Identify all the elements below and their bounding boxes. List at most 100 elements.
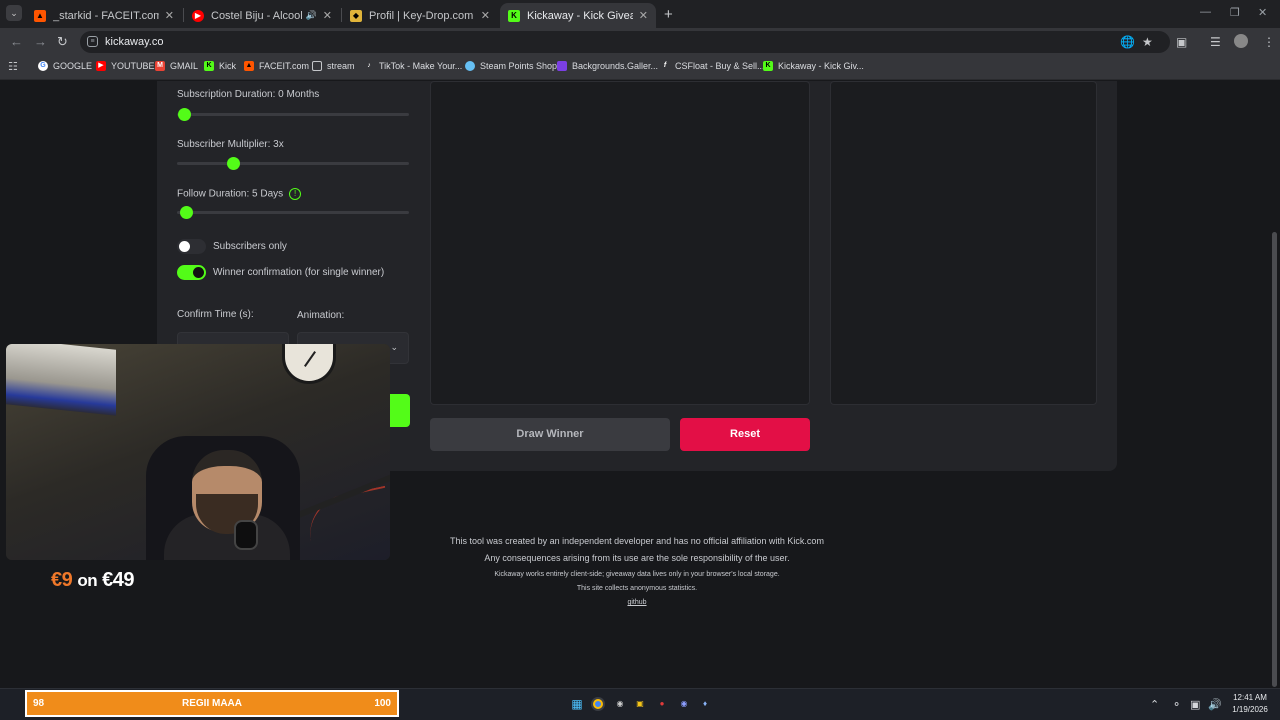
goal-max: 100 xyxy=(374,698,391,709)
footer-disclaimer-1: This tool was created by an independent … xyxy=(450,536,824,546)
csfloat-icon: f xyxy=(663,62,667,69)
bookmark-label: Steam Points Shop xyxy=(480,61,558,71)
bookmark-backgrounds[interactable]: Backgrounds.Galler... xyxy=(557,61,658,71)
translate-icon[interactable]: 🌐 xyxy=(1120,35,1135,49)
subscriber-multiplier-slider[interactable] xyxy=(177,157,409,170)
tab-close-icon[interactable]: ✕ xyxy=(639,9,648,22)
bookmark-star-icon[interactable]: ★ xyxy=(1142,35,1153,49)
tab-youtube[interactable]: ▶ Costel Biju - Alcool si Narcotice 🔊 ✕ xyxy=(184,3,340,28)
app-taskbar-icon[interactable]: ♦ xyxy=(698,697,712,711)
tab-faceit[interactable]: ▲ _starkid - FACEIT.com ✕ xyxy=(26,3,182,28)
steam-icon xyxy=(465,61,475,71)
clock-hand xyxy=(304,351,316,367)
bookmark-label: stream xyxy=(327,61,355,71)
kickaway-favicon-icon: K xyxy=(508,9,520,22)
github-link[interactable]: github xyxy=(400,599,874,606)
speaker-icon[interactable]: 🔊 xyxy=(306,10,317,21)
discord-taskbar-icon[interactable]: ◉ xyxy=(677,697,691,711)
subscription-duration-slider[interactable] xyxy=(177,108,409,121)
apps-grid-icon[interactable]: ☷ xyxy=(8,61,20,73)
promo-total: €49 xyxy=(102,569,135,591)
bookmark-faceit[interactable]: ▲ FACEIT.com xyxy=(244,61,309,71)
microphone-icon xyxy=(234,520,258,550)
browser-toolbar: ← → ↻ ≡ kickaway.co 🌐 ★ ▣ ☰ ⋮ xyxy=(0,28,1280,56)
file-explorer-icon[interactable]: ▣ xyxy=(633,697,647,711)
chrome-taskbar-icon[interactable] xyxy=(591,697,605,711)
tab-kickaway[interactable]: K Kickaway - Kick Giveaway Tool ✕ xyxy=(500,3,656,28)
bookmark-label: GMAIL xyxy=(170,61,199,71)
bookmark-kickaway[interactable]: K Kickaway - Kick Giv... xyxy=(763,61,864,71)
tab-search-chevron-icon[interactable]: ⌄ xyxy=(6,5,22,21)
kick-icon: K xyxy=(204,61,214,71)
tab-close-icon[interactable]: ✕ xyxy=(481,9,490,22)
participants-panel[interactable] xyxy=(430,81,810,405)
back-arrow-icon[interactable]: ← xyxy=(10,34,23,49)
toggle-knob xyxy=(179,241,190,252)
forward-arrow-icon[interactable]: → xyxy=(34,34,47,49)
webcam-overlay xyxy=(6,344,390,560)
address-url[interactable]: kickaway.co xyxy=(105,36,163,48)
tab-title: _starkid - FACEIT.com xyxy=(53,9,159,22)
slider-thumb[interactable] xyxy=(226,157,240,170)
folder-icon xyxy=(312,61,322,71)
media-queue-icon[interactable]: ☰ xyxy=(1210,35,1221,49)
chevron-down-icon: ⌄ xyxy=(390,342,398,352)
follow-duration-row: Follow Duration: 5 Days! xyxy=(177,188,302,200)
winners-panel[interactable] xyxy=(830,81,1097,405)
bookmark-label: GOOGLE xyxy=(53,61,93,71)
promo-amount: €9 xyxy=(51,569,73,591)
restore-icon[interactable]: ❐ xyxy=(1230,6,1240,19)
tab-close-icon[interactable]: ✕ xyxy=(165,9,174,22)
bookmark-youtube[interactable]: ▶ YOUTUBE xyxy=(96,61,155,71)
close-window-icon[interactable]: ✕ xyxy=(1258,6,1267,19)
bookmark-stream-folder[interactable]: stream xyxy=(312,61,355,71)
microphone-tray-icon[interactable]: ⚬ xyxy=(1172,698,1181,711)
webcam-shelf xyxy=(6,344,116,416)
volume-icon[interactable]: 🔊 xyxy=(1208,698,1222,711)
bookmark-csfloat[interactable]: f CSFloat - Buy & Sell... xyxy=(660,61,765,71)
bookmark-google[interactable]: G GOOGLE xyxy=(38,61,92,71)
follow-duration-slider[interactable] xyxy=(177,206,409,219)
bookmark-label: Backgrounds.Galler... xyxy=(572,61,659,71)
reload-icon[interactable]: ↻ xyxy=(57,34,68,50)
tab-keydrop[interactable]: ◆ Profil | Key-Drop.com ✕ xyxy=(342,3,498,28)
bookmark-tiktok[interactable]: ♪ TikTok - Make Your... xyxy=(364,61,462,71)
backgrounds-icon xyxy=(557,61,567,71)
animation-label: Animation: xyxy=(297,310,345,321)
confirm-time-label: Confirm Time (s): xyxy=(177,309,254,320)
address-bar[interactable]: ≡ kickaway.co 🌐 ★ xyxy=(80,31,1170,53)
taskbar-time[interactable]: 12:41 AM xyxy=(1226,693,1274,702)
kickaway-icon: K xyxy=(763,61,773,71)
taskbar-date[interactable]: 1/19/2026 xyxy=(1226,705,1274,714)
bookmark-gmail[interactable]: M GMAIL xyxy=(155,61,198,71)
winner-confirmation-toggle[interactable] xyxy=(177,265,206,280)
windows-start-icon[interactable]: ▦ xyxy=(570,697,584,711)
minimize-icon[interactable]: — xyxy=(1200,6,1211,18)
footer-storage-note: Kickaway works entirely client-side; giv… xyxy=(494,571,780,578)
tab-title: Kickaway - Kick Giveaway Tool xyxy=(527,9,633,22)
subscribers-only-toggle[interactable] xyxy=(177,239,206,254)
subscribers-only-label: Subscribers only xyxy=(213,241,287,252)
subscriber-multiplier-label: Subscriber Multiplier: 3x xyxy=(177,139,284,150)
slider-thumb[interactable] xyxy=(177,108,191,121)
extensions-puzzle-icon[interactable]: ▣ xyxy=(1176,35,1187,49)
follow-duration-label: Follow Duration: 5 Days xyxy=(177,188,284,200)
site-info-icon[interactable]: ≡ xyxy=(87,36,98,47)
tab-close-icon[interactable]: ✕ xyxy=(323,9,332,22)
browser-menu-icon[interactable]: ⋮ xyxy=(1263,35,1275,49)
bookmark-kick[interactable]: K Kick xyxy=(204,61,236,71)
obs-taskbar-icon[interactable]: ◉ xyxy=(613,697,627,711)
tray-chevron-up-icon[interactable]: ⌃ xyxy=(1150,698,1159,711)
reset-button[interactable]: Reset xyxy=(680,418,810,451)
new-tab-plus-icon[interactable]: + xyxy=(664,6,673,23)
info-icon[interactable]: ! xyxy=(289,188,302,200)
network-icon[interactable]: ▣ xyxy=(1190,698,1200,711)
faceit-icon: ▲ xyxy=(244,61,254,71)
toggle-knob xyxy=(193,267,204,278)
page-scrollbar[interactable] xyxy=(1272,232,1277,687)
draw-winner-button[interactable]: Draw Winner xyxy=(430,418,670,451)
bookmark-label: YOUTUBE xyxy=(111,61,155,71)
bookmark-steam[interactable]: Steam Points Shop xyxy=(465,61,557,71)
game-launcher-icon[interactable]: ● xyxy=(655,697,669,711)
profile-avatar[interactable] xyxy=(1234,34,1248,48)
